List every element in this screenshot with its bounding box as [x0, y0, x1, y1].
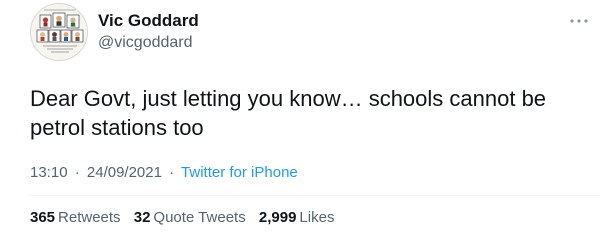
tweet-source-link[interactable]: Twitter for iPhone: [181, 164, 298, 181]
meta-separator: ·: [74, 164, 80, 181]
likes-count: 2,999: [258, 209, 297, 226]
engagement-stats: 365 Retweets 32 Quote Tweets 2,999 Likes: [30, 208, 343, 228]
retweets-label: Retweets: [58, 209, 121, 226]
divider: [30, 195, 600, 196]
tweet-text: Dear Govt, just letting you know… school…: [30, 86, 547, 140]
user-handle[interactable]: @vicgoddard: [98, 32, 199, 53]
tweet-card: Vic Goddard @vicgoddard Dear Govt, just …: [0, 0, 600, 252]
avatar[interactable]: [30, 3, 88, 61]
quote-tweets-count: 32: [133, 209, 151, 226]
more-horizontal-icon[interactable]: [568, 13, 590, 29]
likes-stat[interactable]: 2,999 Likes: [259, 209, 335, 226]
meta-separator: ·: [169, 164, 175, 181]
likes-label: Likes: [299, 209, 335, 226]
avatar-illustration: [31, 4, 87, 60]
retweets-count: 365: [30, 209, 56, 226]
display-name[interactable]: Vic Goddard: [98, 10, 199, 31]
tweet-date[interactable]: 24/09/2021: [87, 164, 162, 181]
quote-tweets-label: Quote Tweets: [153, 209, 246, 226]
quote-tweets-stat[interactable]: 32 Quote Tweets: [134, 209, 246, 226]
tweet-time[interactable]: 13:10: [30, 164, 68, 181]
tweet-meta: 13:10 · 24/09/2021 · Twitter for iPhone: [30, 163, 298, 183]
retweets-stat[interactable]: 365 Retweets: [30, 209, 121, 226]
author-block[interactable]: Vic Goddard @vicgoddard: [98, 10, 199, 53]
